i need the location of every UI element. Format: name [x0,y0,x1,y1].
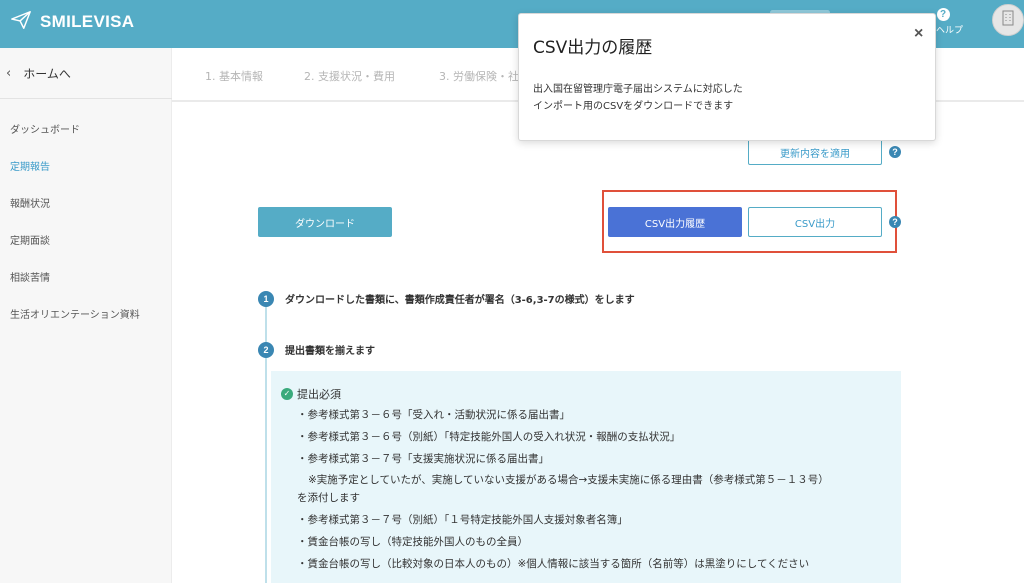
requirement-item: ・参考様式第３－６号「受入れ・活動状況に係る届出書」 [297,409,570,421]
sidebar-item-interview[interactable]: 定期面談 [10,232,50,247]
step-support-status[interactable]: 2. 支援状況・費用 [304,68,395,84]
step-labor-insurance[interactable]: 3. 労働保険・社 [439,68,519,84]
sidebar-item-periodic-report[interactable]: 定期報告 [10,158,50,173]
sidebar-home-link[interactable]: ‹ ホームへ [0,48,172,99]
step-number-2: 2 [258,342,274,358]
chevron-left-icon: ‹ [6,65,12,81]
app-logo[interactable]: SMILEVISA [10,9,134,35]
question-circle-icon[interactable]: ? [889,146,901,158]
popover-description-line: インポート用のCSVをダウンロードできます [533,101,734,112]
sidebar-item-orientation[interactable]: 生活オリエンテーション資料 [10,306,140,321]
question-circle-icon: ? [936,8,950,21]
check-circle-icon: ✓ [281,388,293,400]
requirement-item: ・参考様式第３－７号「支援実施状況に係る届出書」 [297,453,549,465]
popover-description-line: 出入国在留管理庁電子届出システムに対応した [533,84,743,95]
popover-title: CSV出力の履歴 [533,38,653,58]
sidebar-item-compensation[interactable]: 報酬状況 [10,195,50,210]
step-basic-info[interactable]: 1. 基本情報 [205,68,263,84]
building-icon [1001,10,1015,30]
paper-plane-icon [10,9,32,35]
home-label: ホームへ [23,66,71,81]
sidebar: ‹ ホームへ ダッシュボード 定期報告 報酬状況 定期面談 相談苦情 生活オリエ… [0,48,172,583]
csv-export-button[interactable]: CSV出力 [748,207,882,237]
question-circle-icon[interactable]: ? [889,216,901,228]
sidebar-item-dashboard[interactable]: ダッシュボード [10,121,80,136]
requirements-title: ✓ 提出必須 [281,386,341,402]
step-number-1: 1 [258,291,274,307]
requirement-note: ※実施予定としていたが、実施していない支援がある場合→支援未実施に係る理由書（参… [308,474,829,486]
close-icon[interactable]: × [914,25,923,43]
requirement-item: ・賃金台帳の写し（比較対象の日本人のもの）※個人情報に該当する箇所（名前等）は黒… [297,558,810,570]
avatar[interactable] [992,4,1024,36]
requirements-title-text: 提出必須 [297,388,341,401]
requirement-item: ・賃金台帳の写し（特定技能外国人のもの全員） [297,536,528,548]
csv-history-button[interactable]: CSV出力履歴 [608,207,742,237]
help-label: ヘルプ [936,26,964,36]
instruction-step-1: ダウンロードした書類に、書類作成責任者が署名（3-6,3-7の様式）をします [285,295,635,306]
requirement-item: ・参考様式第３－６号（別紙）「特定技能外国人の受入れ状況・報酬の支払状況」 [297,431,681,443]
requirement-note-cont: を添付します [297,492,360,504]
download-button[interactable]: ダウンロード [258,207,392,237]
requirements-box: ✓ 提出必須 ・参考様式第３－６号「受入れ・活動状況に係る届出書」 ・参考様式第… [271,371,901,583]
popover-description: 出入国在留管理庁電子届出システムに対応した インポート用のCSVをダウンロードで… [533,81,743,115]
instruction-step-2: 提出書類を揃えます [285,346,375,357]
sidebar-item-consultation[interactable]: 相談苦情 [10,269,50,284]
requirement-item: ・参考様式第３－７号（別紙）「１号特定技能外国人支援対象者名簿」 [297,514,628,526]
csv-history-popover: CSV出力の履歴 × 出入国在留管理庁電子届出システムに対応した インポート用の… [518,13,936,141]
apply-updates-button[interactable]: 更新内容を適用 [748,139,882,165]
app-name: SMILEVISA [40,12,135,31]
